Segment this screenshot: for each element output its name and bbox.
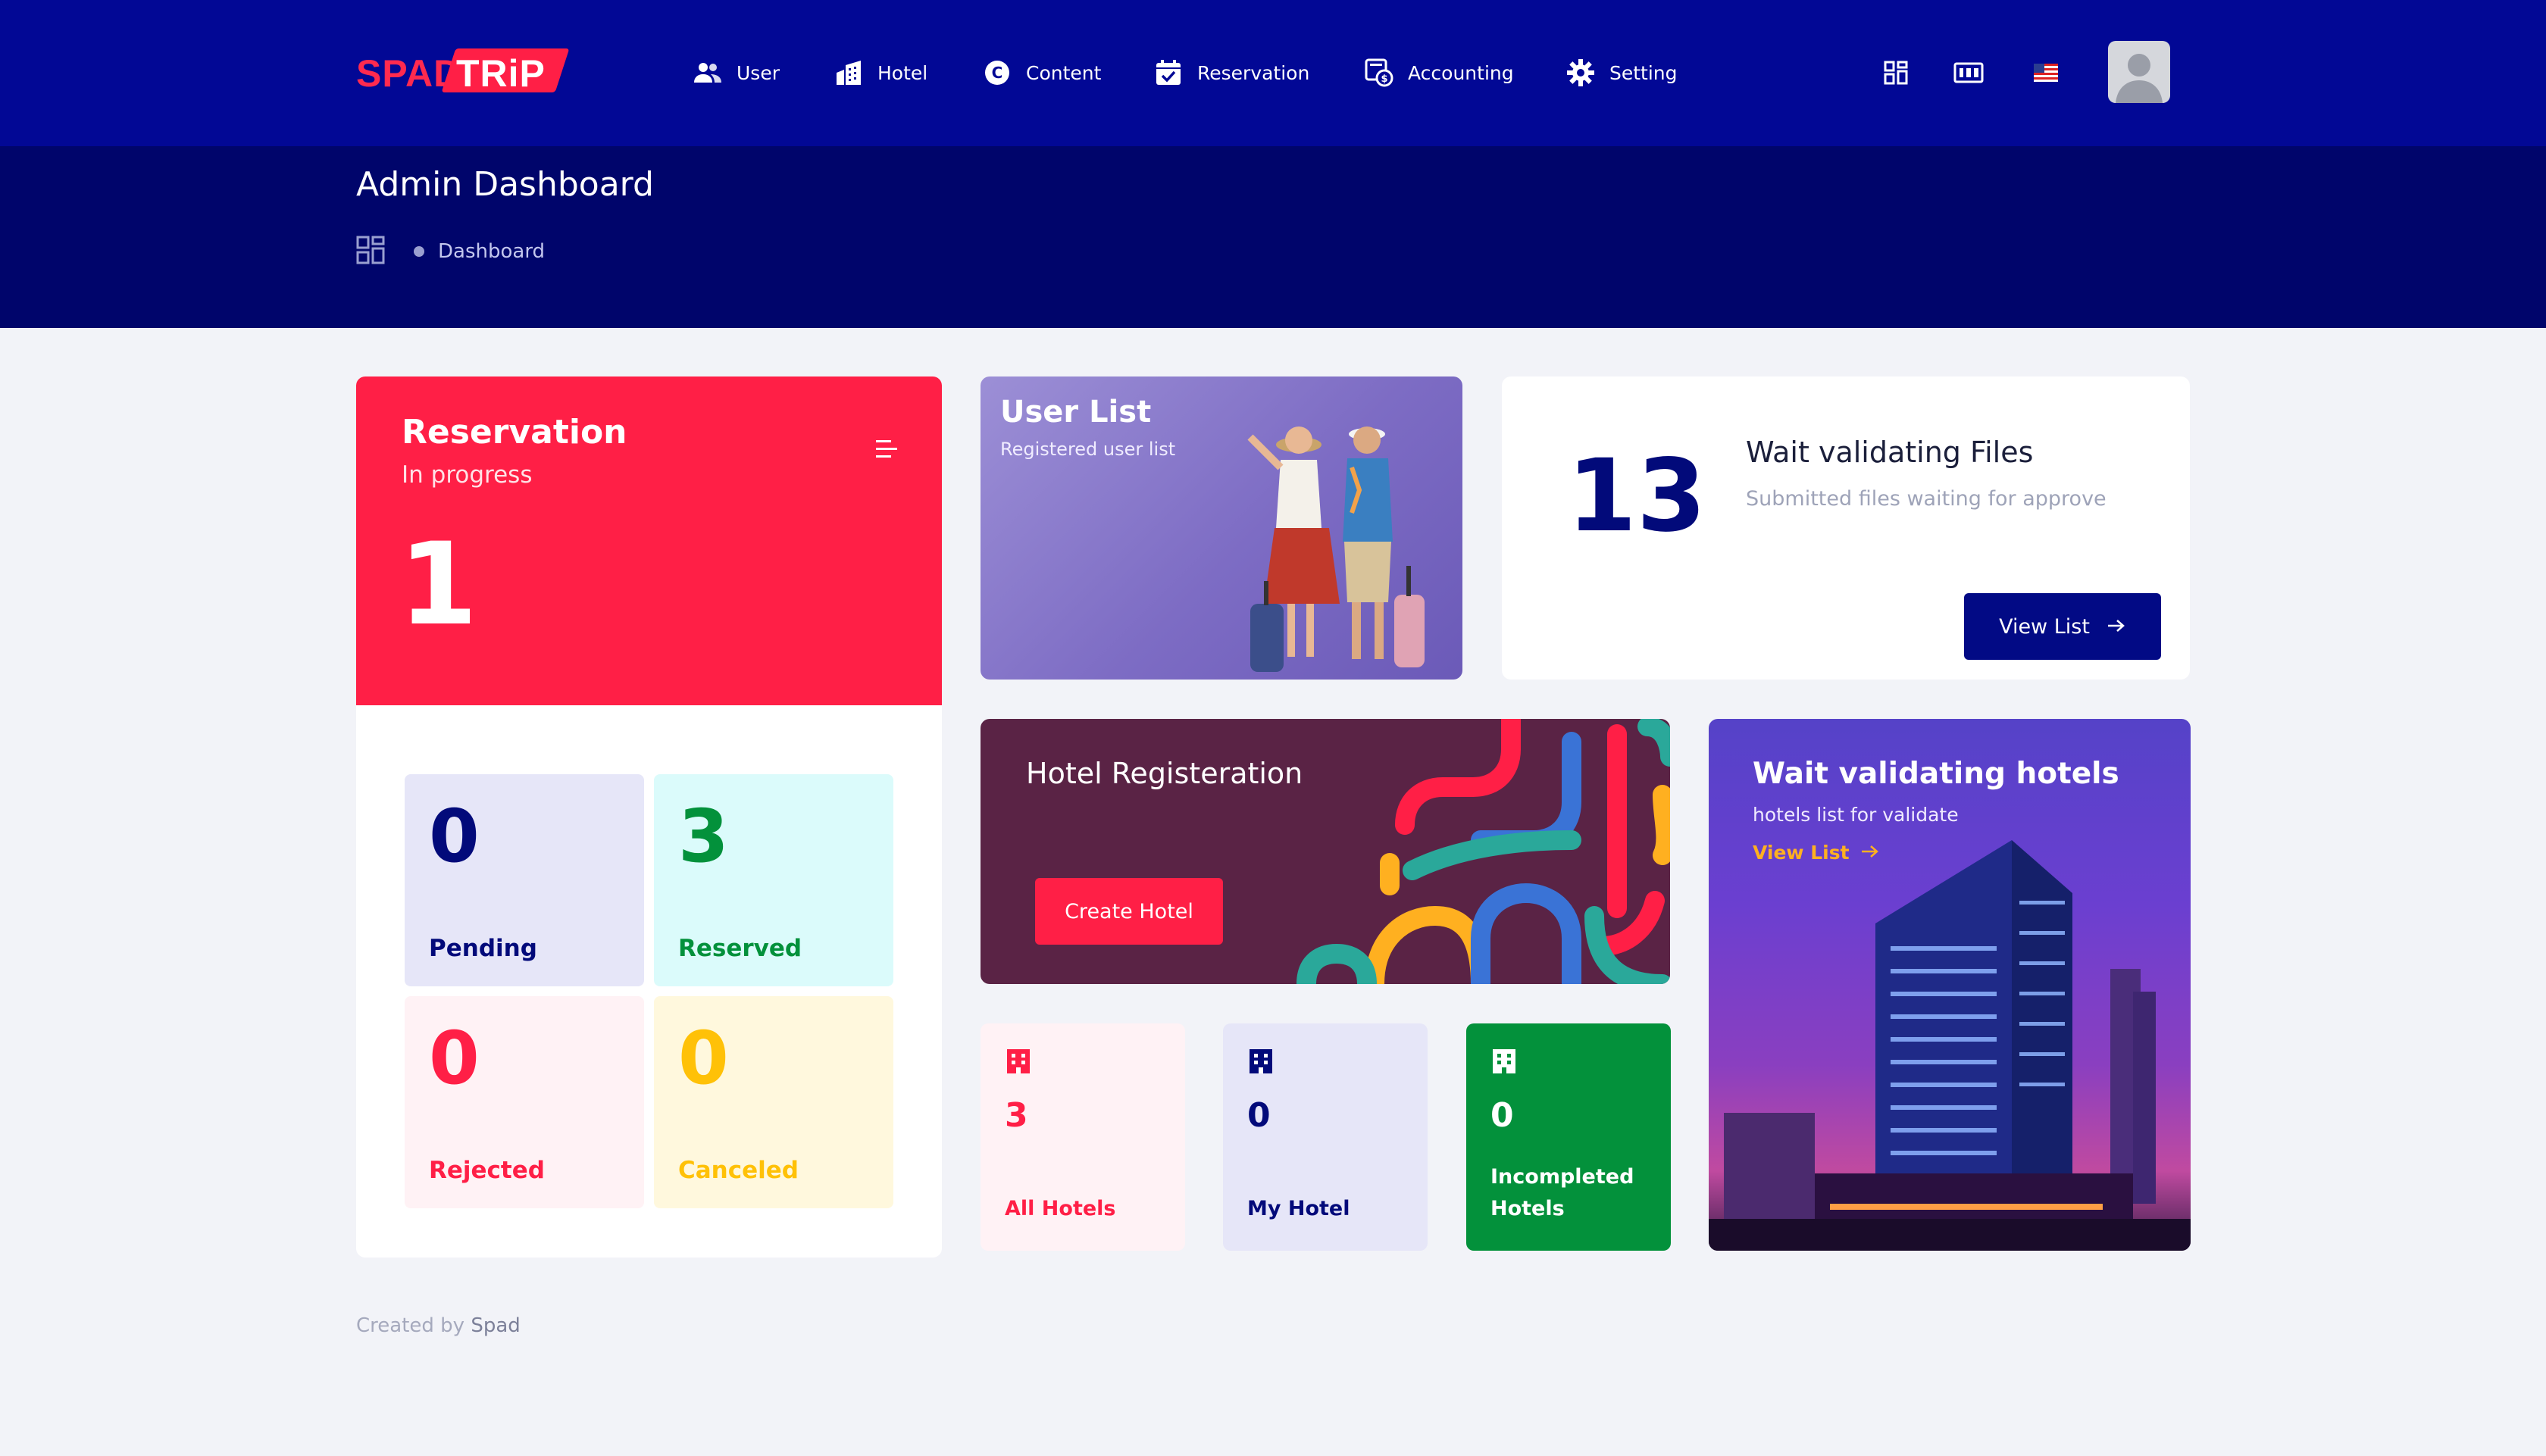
calendar-check-icon bbox=[1153, 58, 1184, 88]
user-list-card[interactable]: User List Registered user list bbox=[981, 376, 1462, 680]
create-hotel-button[interactable]: Create Hotel bbox=[1035, 878, 1223, 945]
breadcrumb-item-dashboard[interactable]: Dashboard bbox=[438, 240, 545, 263]
nav-item-setting[interactable]: Setting bbox=[1565, 56, 1678, 89]
validating-hotels-title: Wait validating hotels bbox=[1753, 757, 2119, 791]
validating-hotels-subtitle: hotels list for validate bbox=[1753, 804, 1959, 826]
nav-item-hotel[interactable]: Hotel bbox=[834, 56, 927, 89]
my-hotel-label: My Hotel bbox=[1247, 1197, 1350, 1220]
reservation-subtitle: In progress bbox=[402, 461, 533, 489]
footer-author-link[interactable]: Spad bbox=[471, 1314, 520, 1337]
users-icon bbox=[693, 58, 723, 88]
arrow-right-icon bbox=[1860, 842, 1880, 864]
all-hotels-label: All Hotels bbox=[1005, 1197, 1116, 1220]
canceled-tile[interactable]: 0 Canceled bbox=[654, 996, 893, 1208]
view-list-button-label: View List bbox=[1999, 614, 2090, 639]
canceled-count: 0 bbox=[678, 1016, 729, 1101]
copyright-icon: C bbox=[982, 58, 1012, 88]
dashboard-home-icon[interactable] bbox=[356, 236, 385, 267]
arrow-right-icon bbox=[2107, 615, 2126, 639]
footer-prefix: Created by bbox=[356, 1314, 465, 1337]
all-hotels-tile[interactable]: 3 All Hotels bbox=[981, 1023, 1185, 1251]
pending-files-title: Wait validating Files bbox=[1746, 436, 2034, 469]
dashboard-grid-icon[interactable] bbox=[1879, 56, 1913, 89]
rejected-tile[interactable]: 0 Rejected bbox=[405, 996, 644, 1208]
view-list-button[interactable]: View List bbox=[1964, 593, 2161, 660]
pending-count: 0 bbox=[429, 794, 480, 879]
nav-item-label: Hotel bbox=[877, 61, 928, 84]
accounting-icon: $ bbox=[1364, 58, 1394, 88]
pending-label: Pending bbox=[429, 935, 537, 962]
nav-item-content[interactable]: C Content bbox=[982, 56, 1101, 89]
breadcrumb: Dashboard bbox=[356, 235, 545, 268]
all-hotels-count: 3 bbox=[1005, 1096, 1028, 1135]
hotel-registration-card: Hotel Registeration Create Hotel bbox=[981, 719, 1670, 984]
us-flag-icon[interactable] bbox=[2029, 56, 2063, 89]
reserved-label: Reserved bbox=[678, 935, 802, 962]
validating-hotels-link-label: View List bbox=[1753, 842, 1850, 864]
user-list-subtitle: Registered user list bbox=[1000, 439, 1176, 460]
hotel-icon bbox=[1247, 1048, 1278, 1078]
reservation-title: Reservation bbox=[402, 413, 627, 451]
nav-item-accounting[interactable]: $ Accounting bbox=[1364, 56, 1514, 89]
svg-text:$: $ bbox=[1381, 73, 1387, 85]
pending-files-count: 13 bbox=[1567, 438, 1706, 555]
reservation-count: 1 bbox=[399, 519, 478, 651]
reservation-summary: Reservation In progress 1 bbox=[356, 376, 942, 705]
svg-text:C: C bbox=[992, 64, 1003, 82]
my-hotel-tile[interactable]: 0 My Hotel bbox=[1223, 1023, 1428, 1251]
city-tower-photo bbox=[1709, 840, 2191, 1251]
travelers-illustration bbox=[1247, 426, 1425, 672]
reserved-tile[interactable]: 3 Reserved bbox=[654, 774, 893, 986]
nav-item-label: Content bbox=[1026, 61, 1102, 84]
pending-tile[interactable]: 0 Pending bbox=[405, 774, 644, 986]
pending-files-card: 13 Wait validating Files Submitted files… bbox=[1502, 376, 2190, 680]
building-icon bbox=[834, 58, 864, 88]
hotel-registration-title: Hotel Registeration bbox=[1026, 757, 1303, 790]
incompleted-hotels-label-line1: Incompleted bbox=[1490, 1165, 1634, 1189]
my-hotel-count: 0 bbox=[1247, 1096, 1271, 1135]
nav-item-reservation[interactable]: Reservation bbox=[1153, 56, 1309, 89]
user-avatar[interactable] bbox=[2108, 41, 2170, 103]
validating-hotels-view-link[interactable]: View List bbox=[1753, 842, 1880, 864]
reservation-card: Reservation In progress 1 0 Pending 3 Re… bbox=[356, 376, 942, 1258]
nav-item-label: Reservation bbox=[1197, 61, 1310, 84]
pending-files-subtitle: Submitted files waiting for approve bbox=[1746, 487, 2107, 511]
fullscreen-icon[interactable] bbox=[1952, 56, 1985, 89]
nav-item-label: Setting bbox=[1609, 61, 1678, 84]
footer: Created by Spad bbox=[356, 1314, 521, 1337]
incompleted-hotels-label-line2: Hotels bbox=[1490, 1197, 1565, 1220]
incompleted-hotels-count: 0 bbox=[1490, 1096, 1514, 1135]
hotel-icon bbox=[1490, 1048, 1521, 1078]
brand-logo[interactable]: SPAD TRiP bbox=[356, 48, 570, 97]
validating-hotels-card[interactable]: Wait validating hotels hotels list for v… bbox=[1709, 719, 2191, 1251]
brand-logo-part2: TRiP bbox=[456, 52, 546, 95]
rejected-label: Rejected bbox=[429, 1157, 545, 1184]
user-list-title: User List bbox=[1000, 395, 1152, 430]
nav-item-label: Accounting bbox=[1408, 61, 1514, 84]
canceled-label: Canceled bbox=[678, 1157, 799, 1184]
breadcrumb-separator bbox=[414, 246, 424, 257]
menu-lines-icon[interactable] bbox=[871, 434, 902, 464]
incompleted-hotels-tile[interactable]: 0 Incompleted Hotels bbox=[1466, 1023, 1671, 1251]
nav-item-label: User bbox=[737, 61, 780, 84]
nav-item-user[interactable]: User bbox=[693, 56, 780, 89]
hotel-icon bbox=[1005, 1048, 1035, 1078]
page-title: Admin Dashboard bbox=[356, 165, 654, 204]
gear-icon bbox=[1565, 58, 1596, 88]
rejected-count: 0 bbox=[429, 1016, 480, 1101]
reserved-count: 3 bbox=[678, 794, 729, 879]
